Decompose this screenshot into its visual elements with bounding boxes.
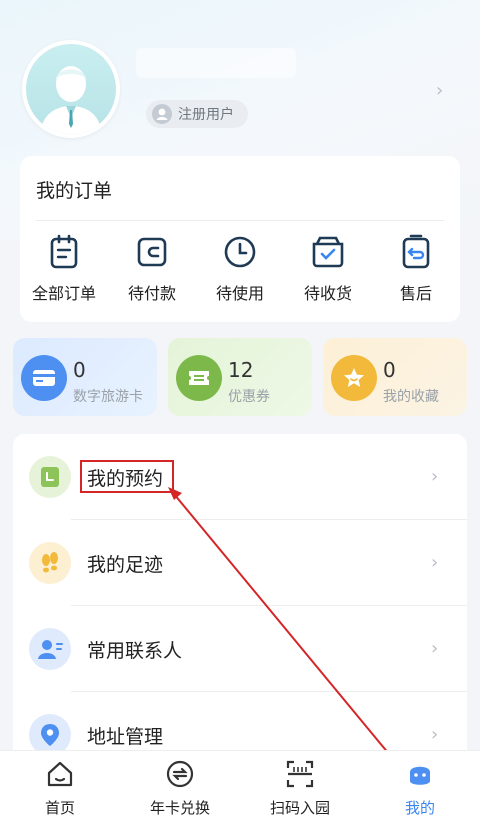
order-unused-button[interactable]: 待使用: [200, 234, 280, 304]
tab-label: 我的: [404, 799, 435, 817]
scan-icon: [286, 760, 314, 788]
bottom-tab-bar: 首页 年卡兑换 扫码入园 我的: [0, 750, 480, 826]
tab-annual-card[interactable]: 年卡兑换: [130, 759, 230, 818]
card-icon: [21, 355, 67, 401]
order-after-sales-button[interactable]: 售后: [376, 234, 456, 304]
tab-label: 年卡兑换: [149, 799, 210, 817]
chevron-right-icon: ›: [431, 466, 439, 487]
order-after-sales-label: 售后: [399, 284, 432, 303]
star-icon: [331, 355, 377, 401]
stat-travel-card-value: 0: [73, 358, 86, 382]
orders-title[interactable]: 我的订单: [36, 176, 112, 203]
menu-item-label: 常用联系人: [87, 640, 183, 662]
tab-mine[interactable]: 我的: [370, 759, 470, 818]
avatar[interactable]: [22, 40, 120, 138]
order-to-receive-label: 待收货: [303, 284, 352, 303]
stat-favorites[interactable]: 0 我的收藏: [323, 338, 467, 416]
order-all-button[interactable]: 全部订单: [24, 234, 104, 304]
order-list-icon: [50, 234, 78, 269]
chevron-right-icon: ›: [431, 638, 439, 659]
box-check-icon: [312, 236, 344, 268]
menu-item-label: 我的足迹: [87, 554, 164, 576]
user-status-badge: 注册用户: [146, 100, 248, 128]
exchange-icon: [166, 760, 194, 788]
annotation-highlight-box: [80, 460, 174, 493]
tab-scan[interactable]: 扫码入园: [250, 759, 350, 818]
clock-icon: [224, 236, 256, 268]
order-unpaid-label: 待付款: [127, 284, 176, 303]
mine-icon: [410, 766, 430, 785]
return-icon: [402, 234, 430, 269]
order-unpaid-button[interactable]: 待付款: [112, 234, 192, 304]
stat-coupons[interactable]: 12 优惠券: [168, 338, 312, 416]
avatar-person-icon: [40, 66, 102, 134]
ticket-icon: [176, 355, 222, 401]
home-icon: [47, 761, 73, 787]
user-icon: [152, 104, 172, 124]
footprint-icon: [29, 542, 71, 584]
chevron-right-icon: ›: [431, 724, 439, 745]
stat-favorites-label: 我的收藏: [383, 389, 439, 405]
booking-icon: [29, 456, 71, 498]
order-to-receive-button[interactable]: 待收货: [288, 234, 368, 304]
order-unused-label: 待使用: [215, 284, 264, 303]
stat-travel-card[interactable]: 0 数字旅游卡: [13, 338, 157, 416]
username-placeholder: [136, 48, 296, 78]
tab-label: 首页: [44, 799, 75, 817]
stat-coupons-value: 12: [228, 358, 254, 382]
menu-item-contacts[interactable]: 常用联系人 ›: [13, 606, 467, 692]
user-status-label: 注册用户: [178, 107, 234, 123]
menu-item-footprints[interactable]: 我的足迹 ›: [13, 520, 467, 606]
chevron-right-icon: ›: [431, 552, 439, 573]
contact-icon: [29, 628, 71, 670]
tab-home[interactable]: 首页: [10, 759, 110, 818]
chevron-right-icon[interactable]: ›: [436, 80, 443, 101]
my-orders-card: 我的订单 全部订单 待付款 待使用 待收货 售后: [20, 156, 460, 322]
tab-label: 扫码入园: [269, 799, 330, 817]
menu-item-label: 地址管理: [87, 726, 164, 748]
wallet-icon: [137, 237, 167, 267]
stat-favorites-value: 0: [383, 358, 396, 382]
stat-coupons-label: 优惠券: [228, 389, 270, 405]
stat-travel-card-label: 数字旅游卡: [73, 389, 143, 405]
divider: [36, 220, 444, 221]
order-all-label: 全部订单: [31, 284, 96, 303]
